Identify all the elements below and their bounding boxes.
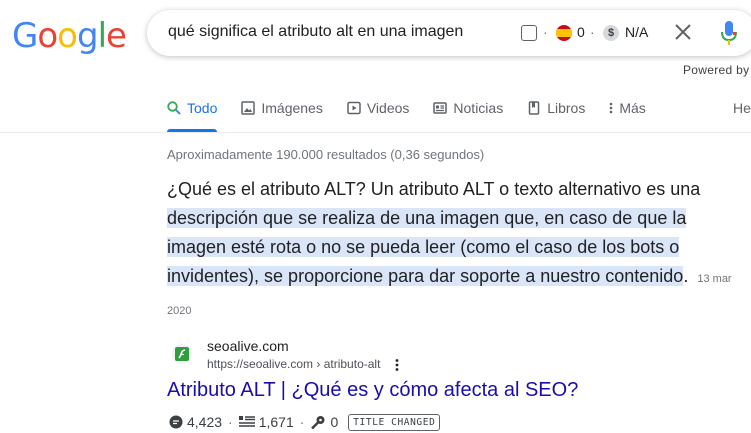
key-icon	[311, 416, 325, 429]
more-options-icon[interactable]	[393, 357, 401, 373]
tab-mas[interactable]: Más	[609, 98, 646, 132]
tab-videos[interactable]: Videos	[347, 98, 410, 132]
book-icon	[528, 101, 540, 115]
seo-metrics: 4,423 · 1,671 · 0 TITLE CHANGED	[169, 412, 441, 432]
news-icon	[433, 102, 448, 114]
more-vert-icon	[610, 102, 613, 114]
snippet-tail: .	[683, 266, 689, 286]
search-tabs: Todo Imágenes Videos Noticias Libros Más	[167, 98, 670, 132]
separator-dot: ·	[228, 414, 233, 430]
metric-value: 1,671	[258, 414, 294, 430]
site-favicon-icon[interactable]	[172, 344, 192, 364]
tab-label: Todo	[187, 100, 218, 116]
spain-flag-icon	[556, 25, 572, 41]
logo-letter: g	[76, 16, 99, 56]
search-input[interactable]: qué significa el atributo alt en una ima…	[168, 23, 463, 41]
logo-letter: G	[12, 16, 38, 56]
video-icon	[347, 101, 361, 115]
tab-tools-partial[interactable]: He	[733, 100, 751, 116]
microphone-icon[interactable]	[721, 21, 737, 45]
result-stats: Aproximadamente 190.000 resultados (0,36…	[167, 147, 485, 162]
separator-dot: ·	[543, 24, 548, 40]
tab-label: Imágenes	[261, 100, 323, 116]
title-changed-badge: TITLE CHANGED	[348, 413, 441, 431]
tab-todo[interactable]: Todo	[167, 98, 218, 132]
separator-dot: ·	[299, 414, 305, 430]
logo-letter: e	[106, 16, 127, 56]
metric-value: 4,423	[187, 414, 223, 430]
powered-by-label: Powered by	[683, 63, 750, 77]
tab-label: Videos	[366, 100, 410, 116]
comment-bubble-icon	[169, 415, 183, 429]
extension-checkbox[interactable]	[521, 25, 537, 41]
site-url[interactable]: https://seoalive.com › atributo-alt	[207, 357, 380, 371]
result-title-link[interactable]: Atributo ALT | ¿Qué es y cómo afecta al …	[167, 379, 578, 402]
search-box[interactable]: qué significa el atributo alt en una ima…	[147, 10, 751, 56]
dollar-coin-icon: $	[603, 25, 619, 41]
seoalive-logo-icon	[175, 347, 189, 361]
tab-label: Noticias	[453, 100, 504, 116]
image-icon	[241, 101, 256, 115]
tab-label: Más	[619, 100, 646, 116]
tab-label: Libros	[547, 100, 586, 116]
snippet-lead: ¿Qué es el atributo ALT? Un atributo ALT…	[167, 179, 701, 199]
site-name[interactable]: seoalive.com	[207, 338, 289, 354]
metric-value: 0	[330, 414, 339, 430]
tab-imagenes[interactable]: Imágenes	[241, 98, 323, 132]
logo-letter: l	[97, 16, 108, 56]
google-logo[interactable]: Google	[12, 16, 127, 56]
logo-letter: o	[37, 16, 58, 56]
coin-value: N/A	[625, 24, 649, 40]
search-icon	[167, 101, 181, 115]
tabs-divider	[0, 132, 751, 133]
tab-libros[interactable]: Libros	[527, 98, 585, 132]
featured-snippet: ¿Qué es el atributo ALT? Un atributo ALT…	[167, 175, 747, 326]
close-icon[interactable]	[672, 21, 694, 43]
list-icon	[238, 416, 255, 427]
snippet-highlight: descripción que se realiza de una imagen…	[167, 208, 687, 286]
separator-dot: ·	[590, 24, 595, 40]
tab-noticias[interactable]: Noticias	[433, 98, 503, 132]
flag-value: 0	[577, 24, 585, 40]
logo-letter: o	[57, 16, 78, 56]
